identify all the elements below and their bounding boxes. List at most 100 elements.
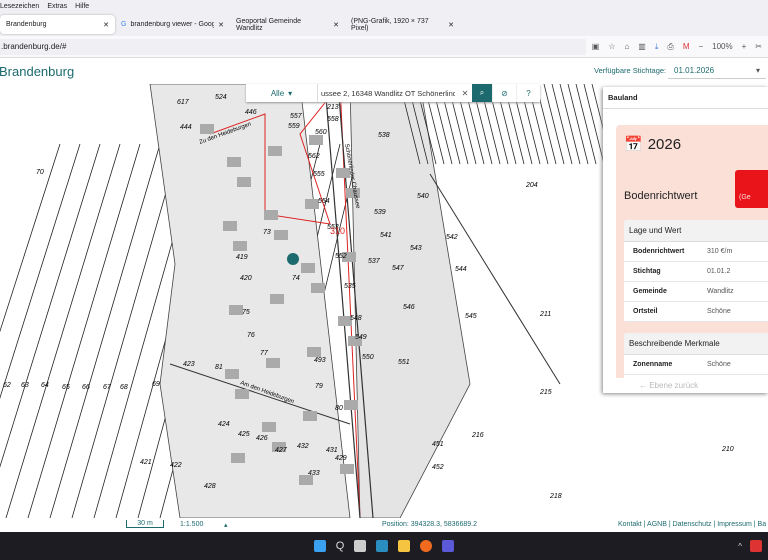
windows-start-icon[interactable]	[313, 540, 326, 552]
parcel-label: 444	[180, 124, 192, 131]
tab-google[interactable]: Gbrandenburg viewer - Google S✕	[115, 15, 230, 34]
download-icon[interactable]: ⤓	[655, 42, 659, 52]
stichtag-label: Verfügbare Stichtage:	[594, 66, 667, 75]
building	[233, 241, 247, 251]
parcel-label: 62	[3, 382, 11, 389]
tab-label: Brandenburg	[6, 21, 47, 28]
parcel-line	[551, 84, 573, 165]
menu-lesezeichen[interactable]: Lesezeichen	[0, 3, 39, 10]
tab-bar: Brandenburg ✕ Gbrandenburg viewer - Googl…	[0, 13, 768, 36]
menu-extras[interactable]: Extras	[47, 3, 67, 10]
firefox-icon[interactable]	[420, 540, 433, 552]
reader-icon[interactable]: ▣	[592, 42, 600, 52]
lage-table: Lage und Wert Bodenrichtwert 310 €/m Stich…	[624, 220, 768, 322]
visibility-toggle-button[interactable]: ⊘	[492, 84, 516, 102]
stichtag-select[interactable]: 01.01.2026 ▾	[668, 62, 766, 79]
scale-bar: 30 m	[126, 520, 164, 528]
close-icon[interactable]: ✕	[333, 21, 339, 29]
back-button[interactable]: ← Ebene zurück	[603, 378, 768, 393]
bookmark-star-icon[interactable]: ☆	[608, 42, 615, 52]
close-icon[interactable]: ✕	[448, 21, 454, 29]
parcel-label: 452	[432, 464, 444, 471]
parcel-label: 216	[471, 432, 484, 439]
parcel-line	[0, 143, 61, 333]
parcel-line	[575, 84, 597, 165]
position-readout: Position: 394328.3, 5836689.2	[382, 521, 477, 528]
zoom-level[interactable]: 100%	[712, 42, 732, 52]
sidebar-icon[interactable]: ▥	[638, 42, 646, 52]
brw-badge[interactable]: (Ge	[735, 170, 768, 208]
task-view-icon[interactable]	[354, 540, 367, 552]
parcel-label: 424	[218, 421, 230, 428]
parcel-line	[559, 84, 581, 165]
search-icon: ⌕	[479, 88, 485, 97]
row-value: Schöne	[707, 361, 731, 368]
parcel-label: 559	[288, 123, 300, 130]
file-explorer-icon[interactable]	[398, 540, 411, 552]
building	[340, 464, 354, 474]
parcel-label: 426	[256, 435, 268, 442]
close-icon[interactable]: ✕	[103, 21, 109, 29]
parcel-label: 432	[297, 443, 309, 450]
url-field[interactable]: .brandenburg.de/#	[0, 38, 586, 55]
caret-down-icon: ▾	[288, 88, 293, 98]
parcel-label: 421	[140, 459, 152, 466]
building	[227, 157, 241, 167]
parcel-label: 68	[120, 384, 128, 391]
app-icon[interactable]	[442, 540, 455, 552]
parcel-label: 464	[0, 84, 12, 86]
table-row: Ortsteil Schöne	[624, 302, 768, 322]
parcel-line	[583, 84, 605, 165]
clear-search-button[interactable]: ✕	[458, 84, 472, 102]
gmail-icon[interactable]: M	[683, 42, 690, 52]
search-filter-select[interactable]: Alle ▾	[246, 84, 318, 102]
tab-png[interactable]: (PNG-Grafik, 1920 × 737 Pixel) ✕	[345, 15, 460, 34]
zoom-out-button[interactable]: −	[698, 42, 703, 52]
row-value: 01.01.2	[707, 268, 731, 275]
parcel-label: 545	[465, 313, 477, 320]
search-icon[interactable]: Q	[336, 540, 345, 552]
parcel-label: 211	[539, 311, 551, 318]
parcel-label: 562	[308, 153, 320, 160]
row-key: Zonenname	[633, 361, 673, 368]
tray-app-icon[interactable]	[750, 540, 762, 552]
parcel-label: 451	[432, 441, 444, 448]
stichtag-value: 01.01.2026	[674, 66, 715, 75]
parcel-label: 547	[392, 265, 405, 272]
built-area	[149, 84, 351, 518]
panel-title: Bauland	[603, 87, 768, 109]
parcel-label: 204	[525, 182, 538, 189]
footer-links[interactable]: Kontakt | AGNB | Datenschutz | Impressum…	[618, 521, 766, 528]
print-icon[interactable]: ⎙	[667, 42, 673, 52]
parcel-label: 427	[275, 447, 288, 454]
row-key: Bodenrichtwert	[633, 248, 685, 255]
menu-hilfe[interactable]: Hilfe	[75, 3, 89, 10]
building	[223, 221, 237, 231]
brw-label: Bodenrichtwert	[624, 190, 698, 202]
help-button[interactable]: ?	[516, 84, 540, 102]
tab-geoportal[interactable]: Geoportal Gemeinde Wandlitz ✕	[230, 15, 345, 34]
parcel-label: 210	[721, 446, 734, 453]
parcel-label: 425	[238, 431, 250, 438]
extension-icon[interactable]: ✂	[755, 42, 762, 52]
scale-select[interactable]: 1:1.500	[180, 521, 203, 528]
tray-chevron-icon[interactable]: ^	[738, 542, 742, 551]
parcel-label: 524	[215, 94, 227, 101]
building	[200, 124, 214, 134]
building	[231, 453, 245, 463]
parcel-label: 555	[313, 171, 325, 178]
search-input[interactable]	[318, 84, 458, 102]
close-icon[interactable]: ✕	[218, 21, 224, 29]
zoom-in-button[interactable]: +	[742, 42, 747, 52]
parcel-label: 548	[350, 315, 362, 322]
search-button[interactable]: ⌕	[472, 84, 492, 102]
home-icon[interactable]: ⌂	[624, 42, 629, 52]
parcel-label: 539	[374, 209, 386, 216]
caret-icon[interactable]: ▴	[224, 521, 228, 529]
parcel-label: 551	[398, 359, 410, 366]
tab-brandenburg[interactable]: Brandenburg ✕	[0, 15, 115, 34]
parcel-line	[543, 84, 565, 165]
location-marker-icon[interactable]	[287, 253, 299, 265]
brw-card: 📅 2026 Bodenrichtwert (Ge Lage und Wert B…	[616, 125, 768, 385]
edge-icon[interactable]	[376, 540, 389, 552]
